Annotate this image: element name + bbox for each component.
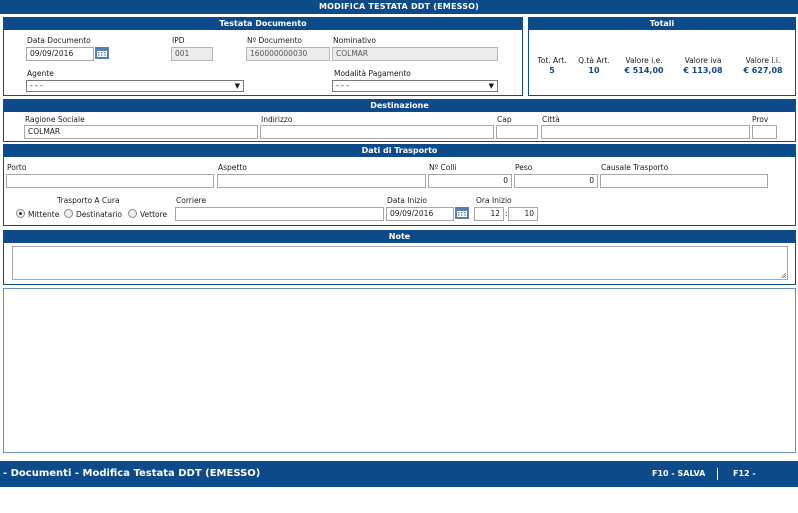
- radio-vettore[interactable]: [128, 209, 137, 218]
- destinazione-header: Destinazione: [4, 100, 795, 112]
- ragione-sociale-label: Ragione Sociale: [25, 115, 85, 124]
- tot-art-value: 5: [549, 66, 555, 75]
- save-button[interactable]: F10 - SALVA: [652, 461, 705, 487]
- footer-separator: [717, 468, 718, 480]
- qta-art-label: Q.tà Art.: [578, 56, 610, 65]
- valore-ie-label: Valore i.e.: [625, 56, 663, 65]
- corriere-input[interactable]: [175, 207, 384, 221]
- indirizzo-input[interactable]: [260, 125, 494, 139]
- colli-label: Nº Colli: [429, 163, 457, 172]
- peso-input[interactable]: 0: [514, 174, 598, 188]
- pagamento-select[interactable]: - - - ▼: [332, 80, 498, 92]
- radio-destinatario[interactable]: [64, 209, 73, 218]
- ora-inizio-hours[interactable]: 12: [474, 207, 504, 221]
- calendar-icon[interactable]: [95, 47, 109, 59]
- agente-value: - - -: [30, 81, 43, 90]
- ora-inizio-minutes[interactable]: 10: [508, 207, 538, 221]
- causale-label: Causale Trasporto: [601, 163, 669, 172]
- testata-header: Testata Documento: [4, 18, 522, 30]
- radio-mittente[interactable]: [16, 209, 25, 218]
- calendar-icon[interactable]: [455, 207, 469, 219]
- citta-input[interactable]: [541, 125, 750, 139]
- window-title: MODIFICA TESTATA DDT (EMESSO): [0, 0, 798, 14]
- nominativo-input[interactable]: COLMAR: [332, 47, 498, 61]
- causale-input[interactable]: [600, 174, 768, 188]
- prov-input[interactable]: [752, 125, 777, 139]
- corriere-label: Corriere: [176, 196, 207, 205]
- ipd-label: IPD: [172, 36, 185, 45]
- data-documento-label: Data Documento: [27, 36, 91, 45]
- valore-ie-value: € 514,00: [624, 66, 664, 75]
- cap-input[interactable]: [496, 125, 538, 139]
- valore-ii-value: € 627,08: [743, 66, 783, 75]
- footer-title: - Documenti - Modifica Testata DDT (EMES…: [3, 468, 261, 479]
- dropdown-arrow-icon: ▼: [234, 82, 240, 90]
- colli-input[interactable]: 0: [428, 174, 512, 188]
- porto-label: Porto: [7, 163, 27, 172]
- note-header: Note: [4, 231, 795, 243]
- radio-vettore-label[interactable]: Vettore: [140, 210, 167, 219]
- cap-label: Cap: [497, 115, 512, 124]
- qta-art-value: 10: [588, 66, 600, 75]
- aspetto-input[interactable]: [217, 174, 426, 188]
- citta-label: Città: [542, 115, 560, 124]
- trasporto-header: Dati di Trasporto: [4, 145, 795, 157]
- content-area: [3, 288, 796, 453]
- footer-bar: - Documenti - Modifica Testata DDT (EMES…: [0, 461, 798, 504]
- porto-input[interactable]: [6, 174, 214, 188]
- agente-label: Agente: [27, 69, 54, 78]
- aspetto-label: Aspetto: [218, 163, 247, 172]
- indirizzo-label: Indirizzo: [261, 115, 293, 124]
- ipd-input[interactable]: 001: [171, 47, 213, 61]
- tot-art-label: Tot. Art.: [537, 56, 567, 65]
- dropdown-arrow-icon: ▼: [488, 82, 494, 90]
- ora-inizio-label: Ora Inizio: [476, 196, 512, 205]
- agente-select[interactable]: - - - ▼: [26, 80, 244, 92]
- nominativo-label: Nominativo: [333, 36, 376, 45]
- pagamento-value: - - -: [336, 81, 349, 90]
- trasporto-acura-label: Trasporto A Cura: [57, 196, 120, 205]
- prov-label: Prov: [752, 115, 769, 124]
- back-button[interactable]: F12 - RITORNA: [733, 461, 798, 513]
- data-inizio-input[interactable]: 09/09/2016: [386, 207, 454, 221]
- ragione-sociale-input[interactable]: COLMAR: [24, 125, 258, 139]
- totali-header: Totali: [529, 18, 795, 30]
- numero-documento-label: Nº Documento: [247, 36, 302, 45]
- data-documento-input[interactable]: 09/09/2016: [26, 47, 94, 61]
- peso-label: Peso: [515, 163, 533, 172]
- valore-iva-label: Valore iva: [684, 56, 722, 65]
- data-inizio-label: Data Inizio: [387, 196, 427, 205]
- resize-grip-icon[interactable]: [780, 272, 786, 278]
- valore-iva-value: € 113,08: [683, 66, 723, 75]
- numero-documento-input[interactable]: 160000000030: [246, 47, 330, 61]
- radio-destinatario-label[interactable]: Destinatario: [76, 210, 122, 219]
- pagamento-label: Modalità Pagamento: [334, 69, 411, 78]
- radio-mittente-label[interactable]: Mittente: [28, 210, 59, 219]
- valore-ii-label: Valore i.i.: [745, 56, 781, 65]
- note-textarea[interactable]: [12, 246, 788, 280]
